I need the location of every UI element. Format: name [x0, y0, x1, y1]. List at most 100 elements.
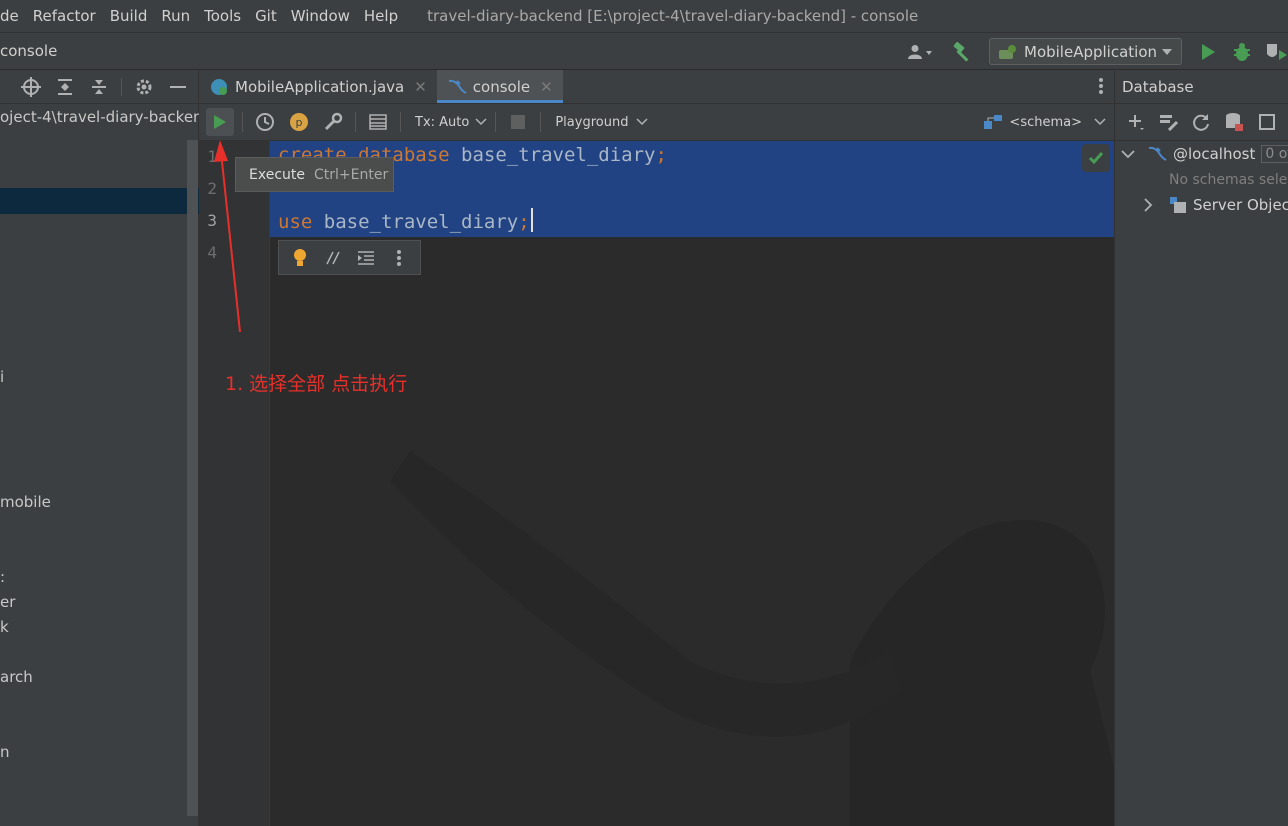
- run-config-select[interactable]: MobileApplication: [989, 38, 1182, 65]
- lightbulb-icon[interactable]: [287, 246, 312, 270]
- coverage-shield-icon[interactable]: [1264, 40, 1288, 64]
- menu-tools[interactable]: Tools: [197, 7, 248, 25]
- line-number: 1: [207, 147, 217, 166]
- navigation-bar: console MobileApplication: [0, 33, 1288, 70]
- menu-git[interactable]: Git: [248, 7, 284, 25]
- close-icon[interactable]: ✕: [540, 78, 553, 96]
- tab-label: console: [472, 77, 531, 96]
- datasource-localhost[interactable]: @localhost 0 of: [1121, 145, 1288, 163]
- playground-label: Playground: [555, 114, 629, 130]
- text-caret: [530, 208, 533, 232]
- minimize-icon[interactable]: [166, 75, 190, 99]
- toolbar-separator: [540, 112, 542, 132]
- table-view-icon[interactable]: [364, 108, 392, 136]
- tree-node[interactable]: :: [0, 568, 5, 586]
- toolbar-separator: [495, 112, 497, 132]
- sql-keyword: use: [278, 211, 313, 233]
- expand-all-icon[interactable]: [53, 75, 77, 99]
- tree-node[interactable]: mobile: [0, 493, 51, 511]
- debug-bug-icon[interactable]: [1230, 40, 1254, 64]
- playground-select[interactable]: Playground: [555, 115, 648, 130]
- tab-label: MobileApplication.java: [235, 77, 405, 96]
- tooltip-shortcut: Ctrl+Enter: [314, 166, 389, 183]
- tree-node[interactable]: er: [0, 593, 15, 611]
- chevron-down-icon: [1162, 48, 1172, 55]
- menu-build[interactable]: Build: [103, 7, 155, 25]
- editor-gutter: 1 2 3 4: [199, 141, 270, 826]
- sql-identifier: base_travel_diary: [312, 211, 519, 233]
- toolbar-separator: [242, 112, 243, 132]
- console-open-icon[interactable]: [1255, 110, 1278, 134]
- refresh-icon[interactable]: [1190, 110, 1213, 134]
- settings-wrench-icon[interactable]: [319, 108, 347, 136]
- more-vertical-icon[interactable]: [387, 246, 412, 270]
- sql-editor[interactable]: create database base_travel_diary; use b…: [270, 141, 1114, 826]
- menu-code[interactable]: de: [0, 7, 26, 25]
- selected-tree-row[interactable]: [0, 188, 199, 214]
- toolbar-separator: [355, 112, 356, 132]
- line-number: 2: [207, 179, 217, 198]
- chevron-down-icon: [1121, 150, 1135, 159]
- explain-plan-icon[interactable]: p: [285, 108, 313, 136]
- menu-help[interactable]: Help: [357, 7, 405, 25]
- server-folder-icon: [1170, 197, 1186, 213]
- server-objects-label: Server Objects: [1193, 196, 1288, 214]
- play-icon: [214, 115, 226, 129]
- breadcrumb-console[interactable]: console: [0, 42, 57, 60]
- code-line-3[interactable]: use base_travel_diary;: [278, 208, 533, 233]
- project-root-path[interactable]: oject-4\travel-diary-backend: [0, 108, 212, 126]
- user-icon[interactable]: [903, 40, 939, 64]
- server-objects-node[interactable]: Server Objects: [1143, 196, 1288, 214]
- menu-refactor[interactable]: Refactor: [26, 7, 103, 25]
- comment-slashes-icon[interactable]: [320, 246, 345, 270]
- build-hammer-icon[interactable]: [951, 40, 975, 64]
- line-number: 4: [207, 243, 217, 262]
- spring-app-icon: [999, 44, 1016, 59]
- toolbar-separator: [121, 77, 122, 96]
- datasource-properties-icon[interactable]: [1158, 110, 1181, 134]
- chevron-right-icon: [1144, 198, 1153, 212]
- database-stack-icon[interactable]: [1223, 110, 1246, 134]
- tree-node[interactable]: k: [0, 618, 9, 636]
- execute-button[interactable]: [206, 108, 234, 136]
- tab-mobile-application[interactable]: MobileApplication.java ✕: [199, 70, 437, 103]
- menu-window[interactable]: Window: [284, 7, 357, 25]
- schema-icon: [984, 115, 1003, 129]
- tx-mode-select[interactable]: Tx: Auto: [415, 115, 487, 130]
- database-panel: Database @localhost 0 of No schemas sele…: [1114, 70, 1288, 826]
- toolbar-separator: [400, 112, 401, 132]
- tree-node[interactable]: arch: [0, 668, 33, 686]
- stop-icon[interactable]: [504, 108, 532, 136]
- tree-node[interactable]: n: [0, 743, 10, 761]
- database-toolbar: [1115, 104, 1288, 141]
- project-scrollbar[interactable]: [187, 140, 198, 816]
- add-plus-icon[interactable]: [1125, 110, 1148, 134]
- tx-mode-label: Tx: Auto: [415, 114, 470, 130]
- locate-target-icon[interactable]: [19, 75, 43, 99]
- schema-select[interactable]: <schema>: [983, 113, 1106, 131]
- gear-icon[interactable]: [132, 75, 156, 99]
- no-schemas-note: No schemas select: [1169, 172, 1288, 188]
- history-clock-icon[interactable]: [251, 108, 279, 136]
- background-silhouette-image: [390, 451, 1114, 826]
- project-toolbar: [0, 70, 198, 104]
- mysql-console-icon: [448, 79, 467, 94]
- nav-toolbar: MobileApplication: [903, 33, 1288, 70]
- run-icon[interactable]: [1196, 40, 1220, 64]
- tree-node[interactable]: i: [0, 368, 4, 386]
- chevron-down-icon: [636, 118, 648, 126]
- collapse-all-icon[interactable]: [87, 75, 111, 99]
- reformat-indent-icon[interactable]: [354, 246, 379, 270]
- schema-count-badge: 0 of: [1261, 145, 1288, 163]
- execute-tooltip: Execute Ctrl+Enter: [235, 157, 394, 192]
- menu-run[interactable]: Run: [154, 7, 197, 25]
- close-icon[interactable]: ✕: [414, 78, 427, 96]
- project-tree: oject-4\travel-diary-backend i mobile: er k…: [0, 104, 212, 804]
- window-title: travel-diary-backend [E:\project-4\trave…: [427, 7, 919, 25]
- checkmark-icon[interactable]: [1082, 144, 1110, 172]
- svg-text:p: p: [296, 116, 303, 129]
- chevron-down-icon: [1094, 118, 1106, 126]
- tab-console[interactable]: console ✕: [436, 70, 563, 103]
- chevron-down-icon: [475, 118, 487, 126]
- more-vertical-icon[interactable]: [1098, 77, 1104, 99]
